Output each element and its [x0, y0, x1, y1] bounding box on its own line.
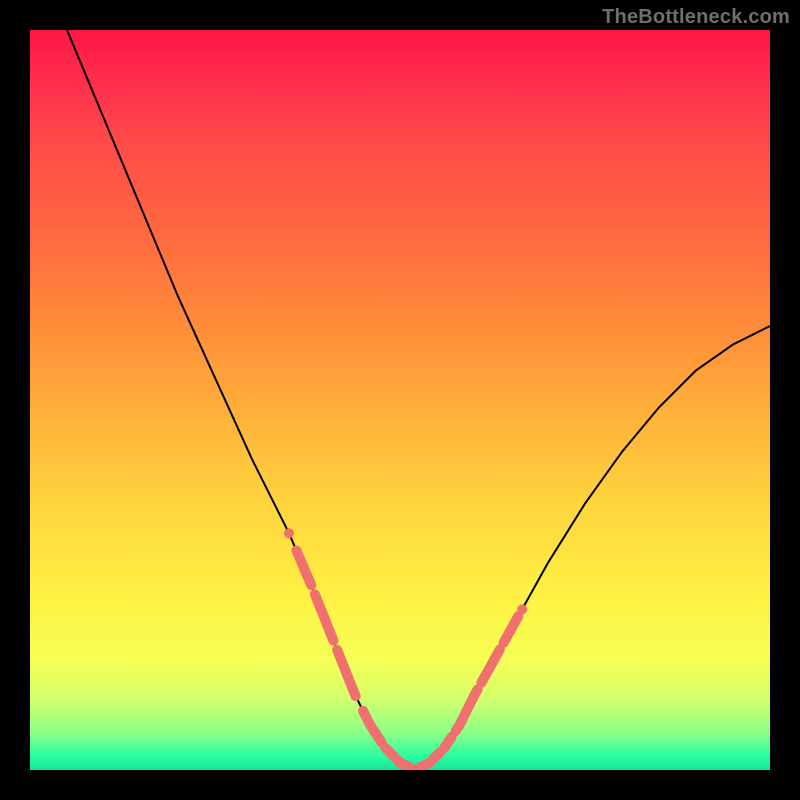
watermark-label: TheBottleneck.com	[602, 6, 790, 29]
highlight-dot	[351, 691, 361, 701]
bottleneck-curve	[67, 30, 770, 770]
highlight-dot	[284, 528, 294, 538]
highlight-dot	[454, 721, 464, 731]
highlight-dot	[328, 636, 338, 646]
highlight-dot	[395, 758, 405, 768]
highlight-markers	[284, 528, 527, 770]
highlight-dot	[517, 604, 527, 614]
chart-frame	[30, 30, 770, 770]
highlight-segment	[337, 650, 356, 696]
chart-overlay-svg	[30, 30, 770, 770]
highlight-dot	[306, 580, 316, 590]
highlight-dot	[439, 743, 449, 753]
highlight-segment	[296, 551, 311, 586]
highlight-dot	[373, 732, 383, 742]
highlight-dot	[499, 638, 509, 648]
highlight-segment	[315, 594, 334, 640]
highlight-segment	[481, 649, 500, 682]
highlight-dot	[476, 678, 486, 688]
